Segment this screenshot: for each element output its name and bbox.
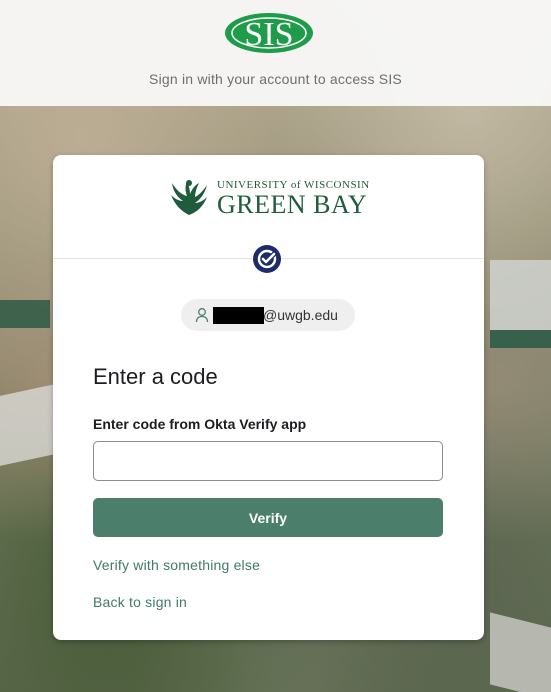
uwgb-logo-line2: GREEN BAY [217, 190, 368, 219]
user-icon [195, 308, 209, 323]
sis-logo-text: SIS [244, 16, 293, 53]
sis-logo: SIS [225, 13, 313, 53]
header-subtitle: Sign in with your account to access SIS [149, 71, 402, 87]
page-title: Enter a code [93, 364, 218, 389]
verify-with-something-else-link[interactable]: Verify with something else [93, 557, 260, 573]
user-identifier-pill: @uwgb.edu [181, 299, 355, 331]
redacted-username [213, 307, 264, 324]
uwgb-logo: UNIVERSITY of WISCONSIN GREEN BAY [167, 175, 373, 221]
okta-verify-badge [252, 244, 282, 274]
user-email-suffix: @uwgb.edu [263, 307, 338, 323]
code-input[interactable] [93, 441, 443, 481]
header-bar: SIS Sign in with your account to access … [0, 0, 551, 106]
back-to-sign-in-link[interactable]: Back to sign in [93, 594, 187, 610]
phoenix-icon [171, 180, 207, 215]
sign-in-card: UNIVERSITY of WISCONSIN GREEN BAY @uwgb.… [53, 155, 484, 640]
code-field-label: Enter code from Okta Verify app [93, 416, 307, 432]
verify-button[interactable]: Verify [93, 498, 443, 537]
okta-verify-check-icon [253, 245, 281, 273]
